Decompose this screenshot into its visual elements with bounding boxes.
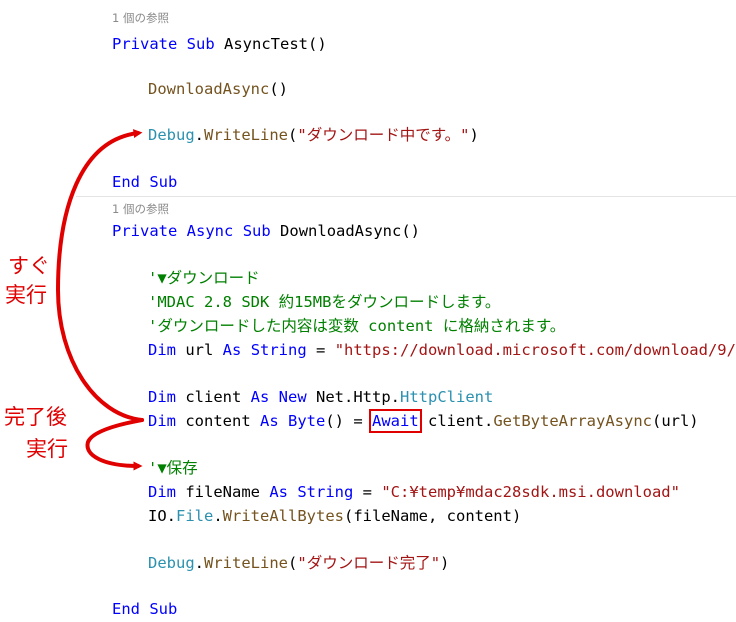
namespace: Net.Http. [306,388,400,406]
paren: ( [288,126,298,144]
object-ref: client. [418,412,494,430]
comment-line: '▼保存 [148,459,198,477]
sub-name: DownloadAsync() [280,222,421,240]
variable: url [176,341,223,359]
string-literal: "ダウンロード完了" [297,554,441,572]
method-name: WriteAllBytes [222,507,344,525]
filename-declaration-line: Dim fileName As String = "C:¥temp¥mdac28… [148,480,680,504]
comment-line: 'ダウンロードした内容は変数 content に格納されます。 [148,317,566,335]
keyword: As [250,388,270,406]
immediate-run-label-1: すぐ [8,254,50,278]
paren: ) [469,126,479,144]
content-declaration-line: Dim content As Byte() = Await client.Get… [148,409,699,433]
operator: = [353,483,382,501]
keyword: Private [112,222,178,240]
reference-count-lens[interactable]: 1 個の参照 [112,9,169,27]
after-complete-label-2: 実行 [26,437,68,461]
sub-name: AsyncTest() [224,35,327,53]
method-name: WriteLine [204,554,289,572]
keyword: Byte [288,412,326,430]
keyword: Private [112,35,178,53]
downloadasync-call-line: DownloadAsync() [148,77,288,101]
keyword: Sub [149,173,178,191]
keyword: As [260,412,279,430]
end-sub-line: End Sub [112,597,177,621]
code-editor[interactable]: 1 個の参照 Private Sub AsyncTest() DownloadA… [0,0,736,622]
keyword: New [278,388,307,406]
type-name: HttpClient [400,388,494,406]
method-name: DownloadAsync [148,80,270,98]
variable: content [176,412,260,430]
method-name: GetByteArrayAsync [493,412,652,430]
sub-downloadasync-signature: Private Async Sub DownloadAsync() [112,219,420,243]
method-name: WriteLine [204,126,289,144]
keyword: String [250,341,307,359]
dot: . [213,507,223,525]
string-literal: "C:¥temp¥mdac28sdk.msi.download" [381,483,680,501]
keyword: Dim [148,483,176,501]
string-literal: "https://download.microsoft.com/download… [334,341,736,359]
keyword: Sub [242,222,271,240]
call-args: () [269,80,288,98]
keyword: String [297,483,354,501]
keyword: End [112,173,140,191]
namespace: IO. [148,507,176,525]
debug-writeline-line: Debug.WriteLine("ダウンロード完了") [148,551,449,575]
keyword: Sub [149,600,178,618]
keyword: As [269,483,288,501]
type-name: File [176,507,214,525]
debug-writeline-line: Debug.WriteLine("ダウンロード中です。") [148,123,479,147]
operator: = [306,341,335,359]
keyword: Async [186,222,234,240]
immediate-run-label-2: 実行 [5,283,47,307]
operator: () = [325,412,373,430]
client-declaration-line: Dim client As New Net.Http.HttpClient [148,385,493,409]
paren: ( [288,554,298,572]
reference-count-lens[interactable]: 1 個の参照 [112,200,169,218]
call-args: (url) [651,412,699,430]
write-all-bytes-line: IO.File.WriteAllBytes(fileName, content) [148,504,521,528]
string-literal: "ダウンロード中です。" [297,126,470,144]
keyword: End [112,600,140,618]
comment-line: '▼ダウンロード [148,269,260,287]
keyword: As [222,341,242,359]
variable: fileName [176,483,270,501]
method-separator [76,196,736,197]
keyword: Dim [148,341,176,359]
end-sub-line: End Sub [112,170,177,194]
call-args: (fileName, content) [344,507,522,525]
type-name: Debug [148,554,195,572]
variable: client [176,388,251,406]
type-name: Debug [148,126,195,144]
keyword: Sub [186,35,215,53]
dot: . [194,554,205,572]
dot: . [194,126,205,144]
keyword: Dim [148,412,176,430]
await-keyword-highlight: Await [369,409,422,433]
keyword: Dim [148,388,176,406]
sub-asynctest-signature: Private Sub AsyncTest() [112,32,327,56]
comment-line: 'MDAC 2.8 SDK 約15MBをダウンロードします。 [148,293,501,311]
paren: ) [440,554,450,572]
url-declaration-line: Dim url As String = "https://download.mi… [148,338,736,362]
after-complete-label-1: 完了後 [4,405,67,429]
